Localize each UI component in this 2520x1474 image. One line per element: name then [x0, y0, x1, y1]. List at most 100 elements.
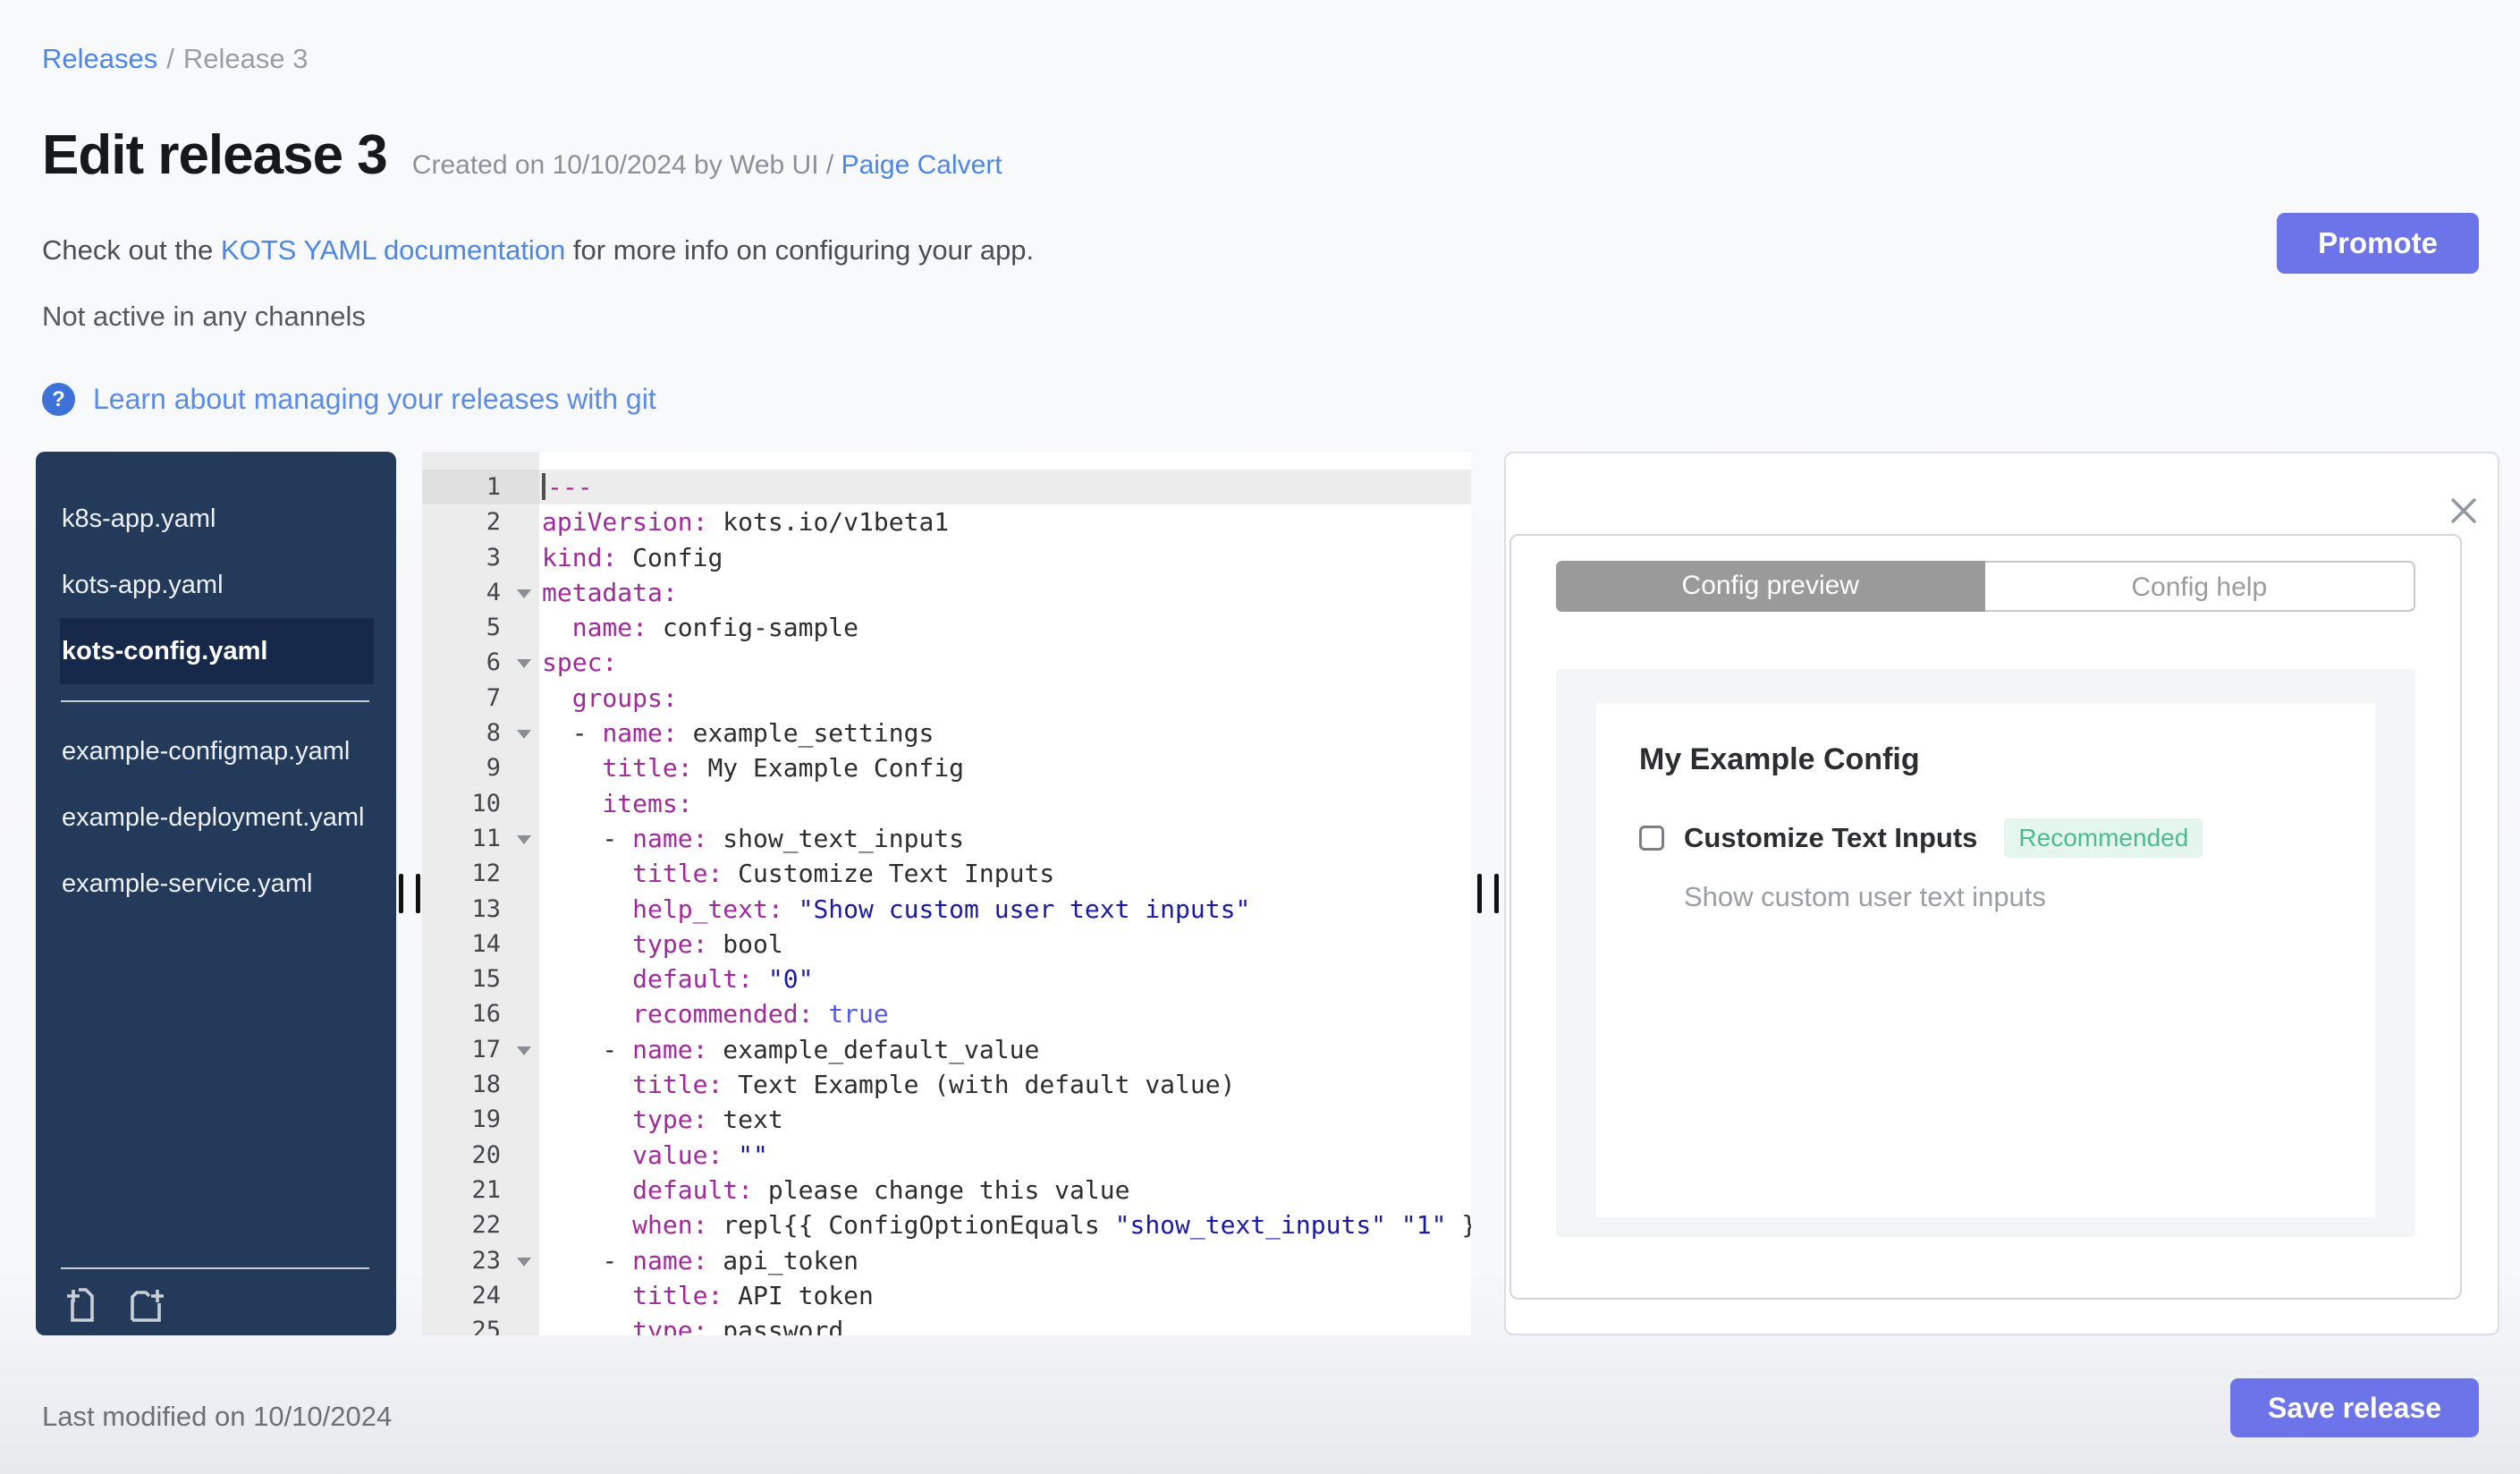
code-line-12[interactable]: 12 title: Customize Text Inputs — [422, 856, 1471, 892]
code-line-1[interactable]: 1 --- — [422, 470, 1471, 505]
fold-arrow-icon[interactable] — [517, 1046, 531, 1055]
tab-config-preview[interactable]: Config preview — [1556, 561, 1985, 612]
author-link[interactable]: Paige Calvert — [841, 150, 1002, 180]
fold-arrow-icon[interactable] — [517, 659, 531, 669]
last-modified-text: Last modified on 10/10/2024 — [42, 1401, 393, 1432]
doc-text-before: Check out the — [42, 234, 221, 266]
line-number: 1 — [486, 473, 501, 501]
config-card: Config preview Config help My Example Con… — [1509, 534, 2462, 1300]
line-number: 7 — [486, 683, 501, 712]
code-line-19[interactable]: 19 type: text — [422, 1102, 1471, 1138]
code-line-14[interactable]: 14 type: bool — [422, 926, 1471, 962]
edit-release-page: Releases / Release 3 Edit release 3 Create… — [0, 0, 2520, 1474]
line-number: 19 — [471, 1106, 501, 1134]
save-release-button[interactable]: Save release — [2230, 1378, 2479, 1437]
git-releases-link[interactable]: Learn about managing your releases with … — [93, 383, 656, 416]
line-number: 18 — [471, 1071, 501, 1099]
file-sidebar: k8s-app.yaml kots-app.yaml kots-config.yam… — [36, 452, 396, 1335]
line-number: 9 — [486, 754, 501, 783]
code-line-6[interactable]: 6 spec: — [422, 645, 1471, 681]
sidebar-file-example-configmap.yaml[interactable]: example-configmap.yaml — [60, 718, 374, 784]
line-number: 5 — [486, 614, 501, 642]
config-preview-drawer: Config preview Config help My Example Con… — [1504, 452, 2499, 1335]
line-number: 14 — [471, 929, 501, 958]
editor-resize-handle[interactable] — [1476, 874, 1499, 913]
preview-area: My Example Config Customize Text Inputs … — [1556, 669, 2415, 1237]
code-line-3[interactable]: 3 kind: Config — [422, 539, 1471, 575]
code-line-4[interactable]: 4 metadata: — [422, 574, 1471, 611]
line-number: 16 — [471, 1000, 501, 1029]
code-line-20[interactable]: 20 value: "" — [422, 1137, 1471, 1173]
code-line-11[interactable]: 11 - name: show_text_inputs — [422, 820, 1471, 857]
code-line-22[interactable]: 22 when: repl{{ ConfigOptionEquals "show… — [422, 1207, 1471, 1243]
line-number: 10 — [471, 789, 501, 817]
line-number: 15 — [471, 965, 501, 994]
fold-arrow-icon[interactable] — [517, 834, 531, 844]
breadcrumb-separator: / — [166, 43, 174, 74]
code-line-23[interactable]: 23 - name: api_token — [422, 1242, 1471, 1278]
line-number: 3 — [486, 543, 501, 572]
sidebar-file-example-deployment.yaml[interactable]: example-deployment.yaml — [60, 784, 374, 851]
config-item-label: Customize Text Inputs — [1684, 822, 1978, 853]
fold-arrow-icon[interactable] — [517, 1257, 531, 1266]
line-number: 12 — [471, 860, 501, 888]
code-line-24[interactable]: 24 title: API token — [422, 1277, 1471, 1314]
config-group-box: My Example Config Customize Text Inputs … — [1596, 703, 2375, 1217]
code-line-2[interactable]: 2 apiVersion: kots.io/v1beta1 — [422, 504, 1471, 540]
line-number: 2 — [486, 508, 501, 537]
breadcrumb-current: Release 3 — [182, 43, 309, 74]
code-line-7[interactable]: 7 groups: — [422, 680, 1471, 716]
code-line-8[interactable]: 8 - name: example_settings — [422, 716, 1471, 751]
line-number: 20 — [471, 1140, 501, 1169]
file-list: k8s-app.yaml kots-app.yaml kots-config.yam… — [36, 452, 396, 917]
breadcrumb: Releases / Release 3 — [42, 43, 308, 75]
code-lines: 1 --- 2 apiVersion: kots.io/v1beta1 3 kind: C… — [422, 452, 1471, 1335]
code-line-25[interactable]: 25 type: password — [422, 1313, 1471, 1335]
add-file-icon[interactable] — [61, 1284, 100, 1324]
yaml-editor[interactable]: 1 --- 2 apiVersion: kots.io/v1beta1 3 kind: C… — [422, 452, 1471, 1335]
editor-resize-gap — [1471, 452, 1504, 1335]
help-question-icon[interactable]: ? — [42, 383, 75, 416]
channel-status: Not active in any channels — [42, 301, 366, 332]
line-number: 13 — [471, 894, 501, 923]
code-line-10[interactable]: 10 items: — [422, 785, 1471, 821]
line-number: 22 — [471, 1211, 501, 1240]
code-line-5[interactable]: 5 name: config-sample — [422, 610, 1471, 646]
sidebar-file-k8s-app.yaml[interactable]: k8s-app.yaml — [60, 486, 374, 552]
customize-text-inputs-checkbox[interactable] — [1639, 826, 1664, 851]
workspace: k8s-app.yaml kots-app.yaml kots-config.yam… — [36, 452, 2499, 1335]
add-folder-icon[interactable] — [125, 1284, 166, 1324]
code-line-15[interactable]: 15 default: "0" — [422, 961, 1471, 997]
doc-text-after: for more info on configuring your app. — [565, 234, 1035, 266]
close-icon[interactable] — [2448, 495, 2480, 527]
code-line-13[interactable]: 13 help_text: "Show custom user text inp… — [422, 891, 1471, 927]
sidebar-resize-handle[interactable] — [398, 874, 420, 913]
line-number: 25 — [471, 1317, 501, 1335]
preview-tab-bar: Config preview Config help — [1556, 561, 2415, 612]
sidebar-footer — [61, 1267, 369, 1335]
fold-arrow-icon[interactable] — [517, 730, 531, 740]
code-line-9[interactable]: 9 title: My Example Config — [422, 750, 1471, 786]
sidebar-resize-gap — [396, 452, 422, 1335]
code-line-17[interactable]: 17 - name: example_default_value — [422, 1031, 1471, 1068]
kots-yaml-doc-link[interactable]: KOTS YAML documentation — [221, 234, 565, 266]
created-meta: Created on 10/10/2024 by Web UI / Paige … — [412, 150, 1002, 181]
code-line-21[interactable]: 21 default: please change this value — [422, 1172, 1471, 1208]
created-text: Created on 10/10/2024 by Web UI / — [411, 150, 841, 180]
doc-line: Check out the KOTS YAML documentation fo… — [42, 234, 1034, 267]
breadcrumb-releases-link[interactable]: Releases — [42, 43, 157, 74]
code-line-16[interactable]: 16 recommended: true — [422, 996, 1471, 1032]
line-number: 24 — [471, 1281, 501, 1309]
sidebar-file-kots-app.yaml[interactable]: kots-app.yaml — [60, 552, 374, 618]
sidebar-file-kots-config.yaml[interactable]: kots-config.yaml — [60, 618, 374, 684]
recommended-badge: Recommended — [2004, 818, 2203, 858]
promote-button[interactable]: Promote — [2277, 213, 2479, 274]
code-line-18[interactable]: 18 title: Text Example (with default val… — [422, 1067, 1471, 1103]
line-number: 21 — [471, 1175, 501, 1204]
fold-arrow-icon[interactable] — [517, 589, 531, 598]
tab-config-help[interactable]: Config help — [1984, 561, 2415, 612]
config-item-row: Customize Text Inputs Recommended — [1639, 818, 2332, 858]
config-group-title: My Example Config — [1639, 742, 1920, 776]
page-title: Edit release 3 — [42, 124, 388, 186]
sidebar-file-example-service.yaml[interactable]: example-service.yaml — [60, 851, 374, 917]
